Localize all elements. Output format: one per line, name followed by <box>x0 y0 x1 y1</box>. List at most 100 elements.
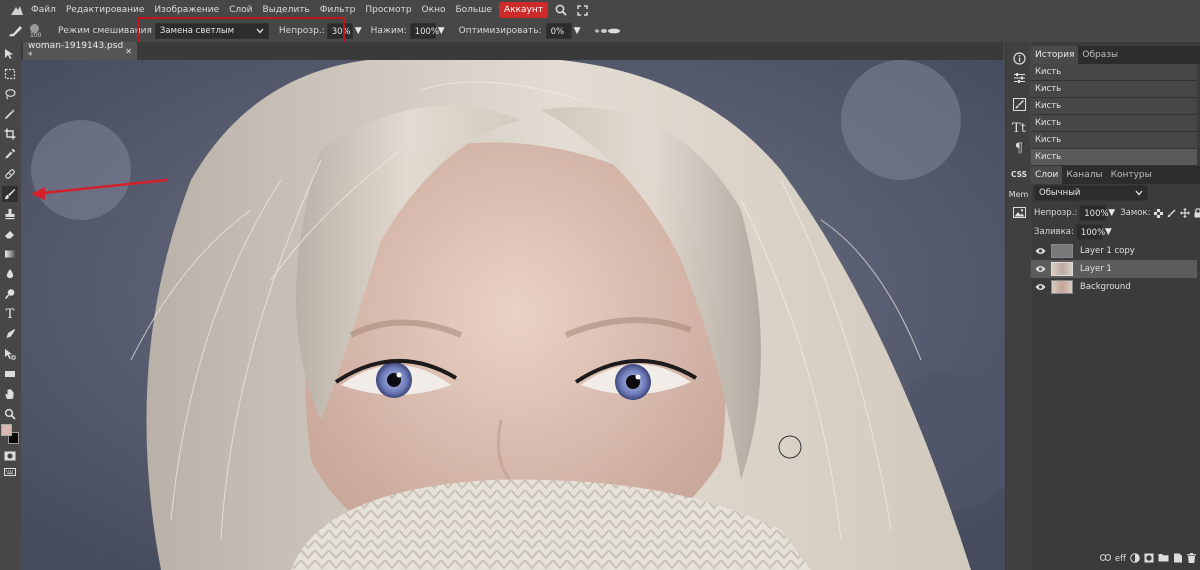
delete-layer-icon[interactable] <box>1187 552 1196 566</box>
eraser-icon[interactable] <box>2 226 18 242</box>
history-item[interactable]: Кисть <box>1031 81 1197 98</box>
layer-blend-mode-value: Обычный <box>1039 188 1081 198</box>
pen-icon[interactable] <box>2 326 18 342</box>
new-layer-icon[interactable] <box>1173 553 1183 566</box>
menu-more[interactable]: Больше <box>450 5 497 15</box>
history-item[interactable]: Кисть <box>1031 149 1197 166</box>
options-bar: 100 Режим смешивания Замена светлым Непр… <box>0 20 1200 42</box>
menu-file[interactable]: Файл <box>26 5 61 15</box>
app-logo-icon[interactable] <box>8 2 26 18</box>
chevron-down-icon <box>256 28 264 34</box>
blend-mode-select[interactable]: Замена светлым <box>154 23 269 39</box>
eyedropper-icon[interactable] <box>2 146 18 162</box>
foreground-color-swatch[interactable] <box>1 424 12 436</box>
tab-history[interactable]: История <box>1031 46 1079 64</box>
layer-row[interactable]: Layer 1 copy <box>1031 242 1197 260</box>
layer-row[interactable]: Layer 1 <box>1031 260 1197 278</box>
layers-footer: eff <box>1031 548 1200 570</box>
eye-icon[interactable] <box>1035 283 1046 291</box>
keyboard-icon[interactable] <box>2 464 18 480</box>
marquee-icon[interactable] <box>2 66 18 82</box>
history-item[interactable]: Кисть <box>1031 98 1197 115</box>
eye-icon[interactable] <box>1035 265 1046 273</box>
type-icon[interactable]: T <box>2 306 18 322</box>
image-canvas[interactable] <box>21 60 1005 570</box>
menu-filter[interactable]: Фильтр <box>315 5 361 15</box>
magic-wand-icon[interactable] <box>2 106 18 122</box>
menu-edit[interactable]: Редактирование <box>61 5 150 15</box>
css-icon[interactable]: CSS <box>1010 166 1028 182</box>
memory-icon[interactable]: Mem <box>1006 186 1031 202</box>
lock-paint-icon[interactable] <box>1167 209 1176 218</box>
optimize-dropdown-icon[interactable]: ▼ <box>574 26 581 36</box>
blur-icon[interactable] <box>2 266 18 282</box>
adjustment-layer-icon[interactable] <box>1130 552 1140 566</box>
brush-icon[interactable] <box>2 186 18 202</box>
layer-blend-mode-select[interactable]: Обычный <box>1034 185 1148 201</box>
lasso-icon[interactable] <box>2 86 18 102</box>
document-tab[interactable]: woman-1919143.psd * ✕ <box>23 41 137 61</box>
history-panel-tabs: История Образы <box>1031 46 1200 64</box>
path-select-icon[interactable] <box>2 346 18 362</box>
layer-row[interactable]: Background <box>1031 278 1197 296</box>
healing-icon[interactable] <box>2 166 18 182</box>
menu-bar: Файл Редактирование Изображение Слой Выд… <box>0 0 1200 20</box>
pressure-input[interactable]: 100% <box>409 23 439 39</box>
dodge-icon[interactable] <box>2 286 18 302</box>
opacity-input[interactable]: 30% <box>326 23 353 39</box>
history-item[interactable]: Кисть <box>1031 115 1197 132</box>
tab-layers[interactable]: Слои <box>1031 166 1063 184</box>
menu-layer[interactable]: Слой <box>224 5 257 15</box>
history-item[interactable]: Кисть <box>1031 132 1197 149</box>
paragraph-icon[interactable]: ¶ <box>1010 140 1028 156</box>
account-button[interactable]: Аккаунт <box>498 2 548 18</box>
lock-transparency-icon[interactable] <box>1154 208 1164 218</box>
character-icon[interactable]: Tt <box>1010 120 1028 136</box>
brush-preset-icon[interactable] <box>4 22 26 40</box>
move-icon[interactable] <box>2 46 18 62</box>
folder-icon[interactable] <box>1158 553 1169 565</box>
pressure-dropdown-icon[interactable]: ▼ <box>438 26 445 36</box>
brush-settings-icon[interactable] <box>1010 96 1028 112</box>
hand-icon[interactable] <box>2 386 18 402</box>
lock-position-icon[interactable] <box>1180 208 1191 218</box>
optimize-label: Оптимизировать: <box>458 26 542 36</box>
crop-icon[interactable] <box>2 126 18 142</box>
zoom-icon[interactable] <box>2 406 18 422</box>
close-icon[interactable]: ✕ <box>125 47 132 56</box>
brush-size-value: 100 <box>30 32 42 39</box>
opacity-dropdown-icon[interactable]: ▼ <box>355 26 362 36</box>
layer-fill-row: Заливка: 100% ▼ <box>1034 224 1112 240</box>
layer-opacity-input[interactable]: 100% <box>1079 205 1109 221</box>
pressure-label: Нажим: <box>370 26 407 36</box>
history-item[interactable]: Кисть <box>1031 64 1197 81</box>
layer-opacity-dropdown-icon[interactable]: ▼ <box>1108 208 1115 218</box>
shape-icon[interactable] <box>2 366 18 382</box>
eye-icon[interactable] <box>1035 247 1046 255</box>
mask-icon[interactable] <box>1144 553 1154 566</box>
tab-channels[interactable]: Каналы <box>1062 166 1106 184</box>
brush-size-preview[interactable]: 100 <box>26 22 44 40</box>
menu-window[interactable]: Окно <box>417 5 451 15</box>
fill-dropdown-icon[interactable]: ▼ <box>1105 227 1112 237</box>
tab-paths[interactable]: Контуры <box>1107 166 1156 184</box>
menu-image[interactable]: Изображение <box>149 5 224 15</box>
layer-opacity-row: Непрозр.: 100% ▼ Замок: <box>1034 205 1200 221</box>
menu-view[interactable]: Просмотр <box>360 5 416 15</box>
info-icon[interactable] <box>1010 50 1028 66</box>
quick-mask-icon[interactable] <box>2 448 18 464</box>
brush-stroke-preview-icon <box>593 27 623 35</box>
search-icon[interactable] <box>552 2 570 18</box>
tab-snapshots[interactable]: Образы <box>1078 46 1122 64</box>
stamp-icon[interactable] <box>2 206 18 222</box>
fill-input[interactable]: 100% <box>1075 224 1105 240</box>
menu-select[interactable]: Выделить <box>258 5 315 15</box>
lock-all-icon[interactable] <box>1194 208 1200 218</box>
link-layers-icon[interactable] <box>1100 554 1111 564</box>
fullscreen-icon[interactable] <box>574 2 592 18</box>
image-icon[interactable] <box>1010 204 1028 220</box>
gradient-icon[interactable] <box>2 246 18 262</box>
layer-effects-button[interactable]: eff <box>1115 554 1126 564</box>
adjustments-icon[interactable] <box>1010 70 1028 86</box>
optimize-input[interactable]: 0% <box>545 23 572 39</box>
